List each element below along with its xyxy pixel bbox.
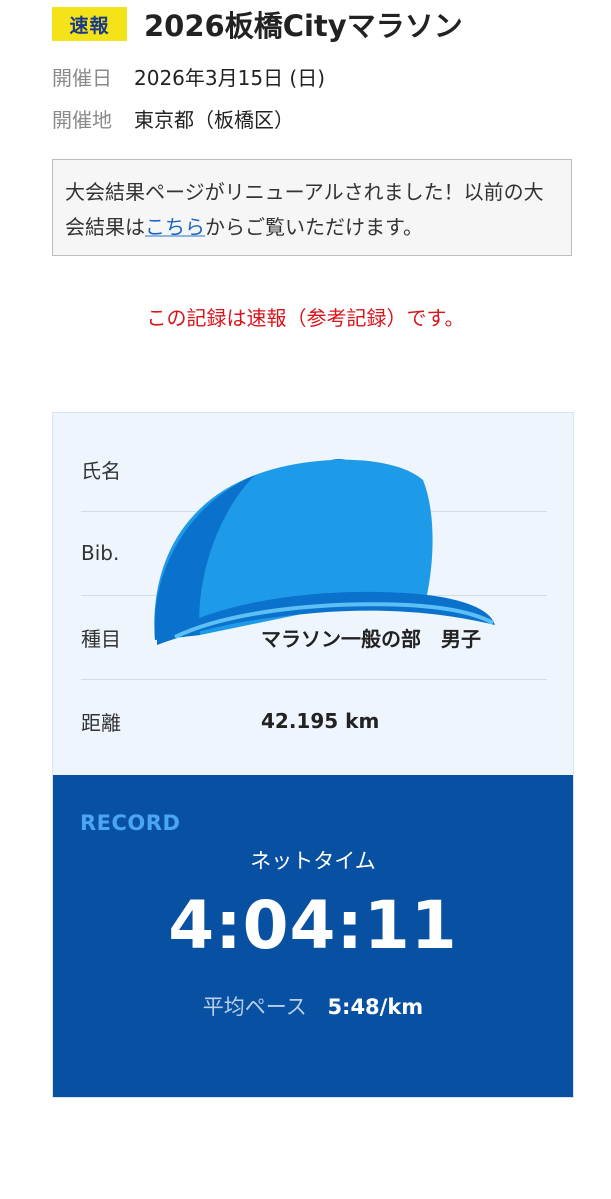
average-pace: 平均ペース 5:48/km	[53, 991, 573, 1021]
page-title: 2026板橋Cityマラソン	[144, 9, 463, 43]
results-page: 速報 2026板橋Cityマラソン 開催日 2026年3月15日 (日) 開催地…	[0, 0, 611, 1199]
result-card: 氏名 Bib. 種目 マラソン一般の部 男子 距離 42.195 km RECO…	[52, 412, 574, 1098]
past-results-link[interactable]: こちら	[145, 215, 205, 239]
baseball-cap-icon	[154, 459, 495, 645]
info-row-distance: 距離 42.195 km	[81, 679, 547, 763]
event-date-label: 開催日	[52, 66, 112, 90]
event-date: 開催日 2026年3月15日 (日)	[52, 62, 325, 91]
renewal-notice: 大会結果ページがリニューアルされました！以前の大会結果はこちらからご覧いただけま…	[52, 159, 572, 256]
record-label: RECORD	[80, 811, 181, 835]
record-panel: RECORD ネットタイム 4:04:11 平均ペース 5:48/km	[53, 775, 573, 1097]
net-time-value: 4:04:11	[168, 887, 458, 964]
average-pace-value: 5:48/km	[327, 995, 424, 1019]
event-venue-label: 開催地	[52, 108, 112, 132]
notice-text-after-link: からご覧いただけます。	[205, 215, 423, 239]
runner-info-panel: 氏名 Bib. 種目 マラソン一般の部 男子 距離 42.195 km	[53, 413, 573, 775]
event-venue: 開催地 東京都（板橋区）	[52, 104, 294, 133]
average-pace-label: 平均ペース	[202, 995, 307, 1019]
net-time-label: ネットタイム	[250, 849, 376, 873]
page-header: 速報 2026板橋Cityマラソン	[52, 4, 592, 44]
event-date-value: 2026年3月15日 (日)	[134, 66, 326, 90]
preliminary-record-warning: この記録は速報（参考記録）です。	[146, 306, 465, 330]
info-value-distance: 42.195 km	[261, 709, 380, 733]
breaking-news-badge: 速報	[52, 7, 127, 41]
event-venue-value: 東京都（板橋区）	[134, 108, 294, 132]
info-label-distance: 距離	[81, 710, 121, 735]
